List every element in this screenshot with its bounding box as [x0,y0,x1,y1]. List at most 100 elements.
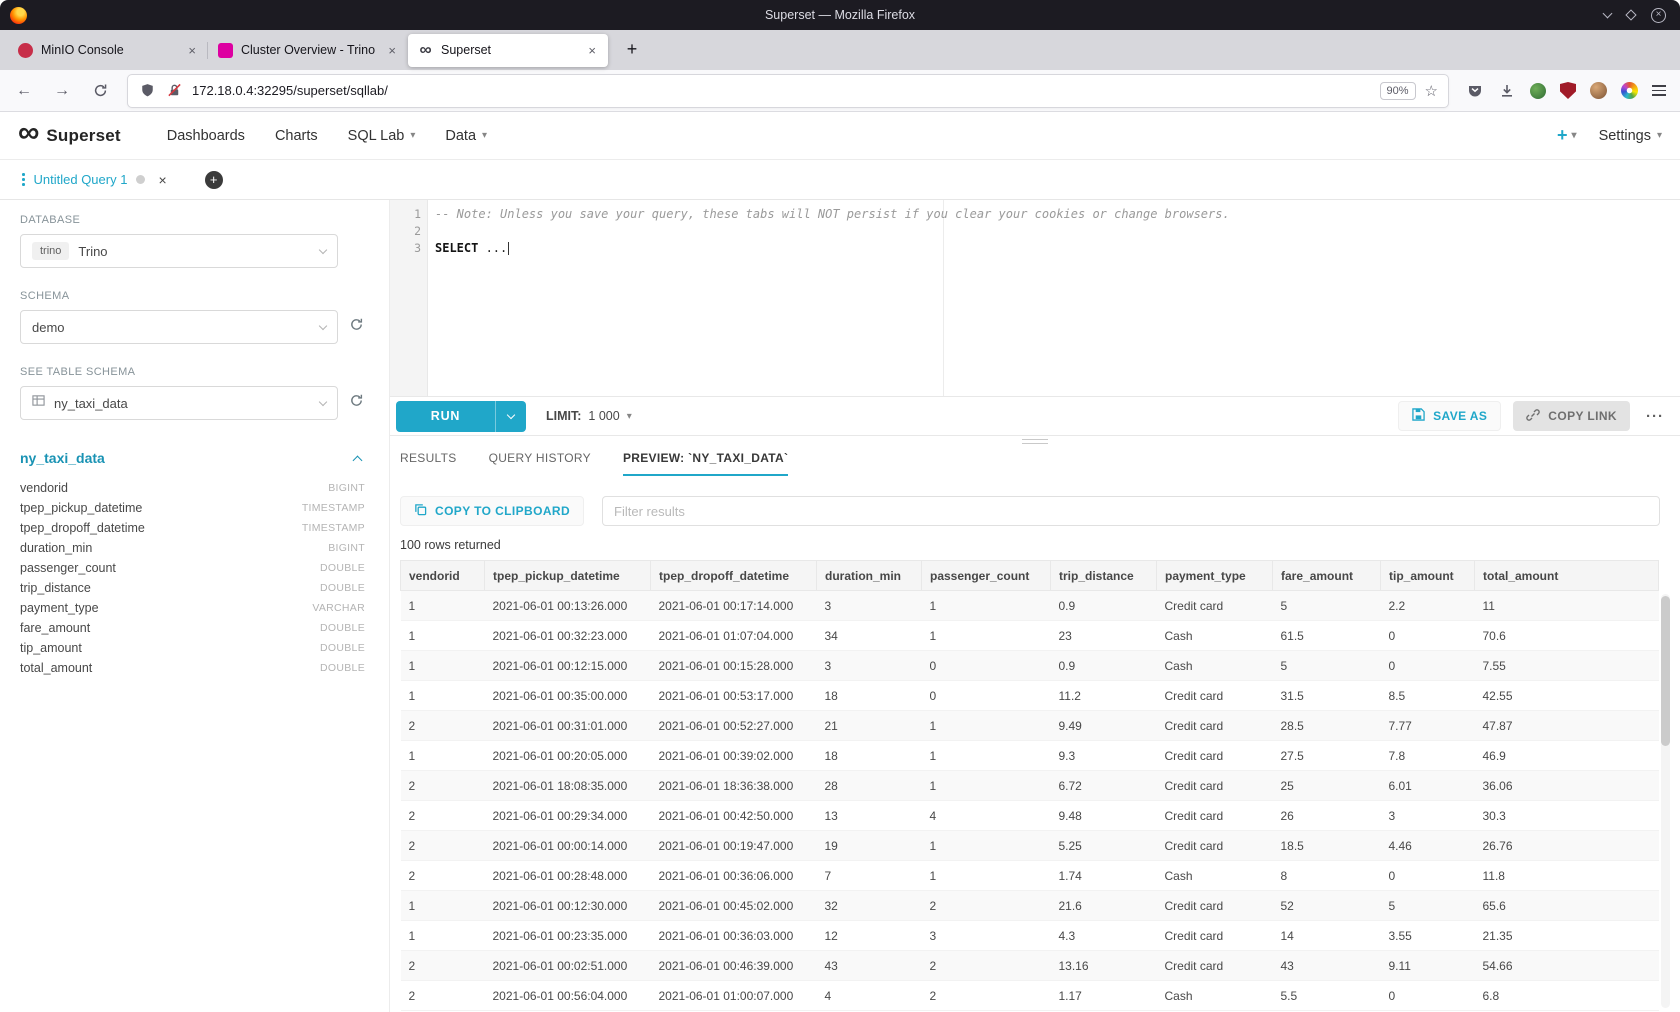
ublock-shield-icon[interactable] [1560,82,1576,99]
browser-tab-superset[interactable]: ∞ Superset × [408,34,608,67]
column-header[interactable]: vendorid [401,561,485,591]
query-tab-close-icon[interactable]: × [158,172,166,188]
sql-editor[interactable]: 1-- Note: Unless you save your query, th… [390,200,1680,396]
copy-to-clipboard-button[interactable]: COPY TO CLIPBOARD [400,496,584,526]
url-text[interactable]: 172.18.0.4:32295/superset/sqllab/ [192,83,1371,98]
url-bar[interactable]: 172.18.0.4:32295/superset/sqllab/ 90% ☆ [128,75,1448,107]
brand-name[interactable]: Superset [46,126,120,146]
window-close-icon[interactable]: × [1651,8,1666,23]
column-item[interactable]: fare_amountDOUBLE [20,618,369,638]
tab-preview-ny-taxi-data[interactable]: PREVIEW: `NY_TAXI_DATA` [623,451,788,476]
column-item[interactable]: duration_minBIGINT [20,538,369,558]
settings-menu[interactable]: Settings▾ [1599,128,1662,144]
window-minimize-icon[interactable] [1603,8,1613,18]
run-button[interactable]: RUN [396,401,495,432]
column-item[interactable]: tpep_pickup_datetimeTIMESTAMP [20,498,369,518]
column-header[interactable]: duration_min [817,561,922,591]
column-item[interactable]: total_amountDOUBLE [20,658,369,678]
nav-charts[interactable]: Charts [275,128,318,144]
column-header[interactable]: tip_amount [1381,561,1475,591]
column-item[interactable]: vendoridBIGINT [20,478,369,498]
table-row[interactable]: 12021-06-01 00:13:26.0002021-06-01 00:17… [401,591,1659,621]
column-item[interactable]: payment_typeVARCHAR [20,598,369,618]
add-new-button[interactable]: +▾ [1557,125,1577,146]
back-button[interactable]: ← [10,77,38,105]
copy-link-button[interactable]: COPY LINK [1513,401,1630,431]
more-actions-button[interactable]: ··· [1646,408,1664,425]
code-line[interactable]: SELECT ... [428,240,509,257]
new-tab-button[interactable]: + [618,36,646,64]
column-header[interactable]: tpep_pickup_datetime [485,561,651,591]
table-row[interactable]: 12021-06-01 00:12:30.0002021-06-01 00:45… [401,891,1659,921]
column-header[interactable]: trip_distance [1051,561,1157,591]
nav-dashboards[interactable]: Dashboards [167,128,245,144]
column-header[interactable]: tpep_dropoff_datetime [651,561,817,591]
browser-tab-trino[interactable]: Cluster Overview - Trino × [208,34,408,67]
column-header[interactable]: payment_type [1157,561,1273,591]
table-row[interactable]: 22021-06-01 18:08:35.0002021-06-01 18:36… [401,771,1659,801]
tab-close-icon[interactable]: × [186,43,198,58]
schema-select[interactable]: demo [20,310,338,344]
table-row[interactable]: 12021-06-01 00:12:15.0002021-06-01 00:15… [401,651,1659,681]
bookmark-star-icon[interactable]: ☆ [1425,82,1438,100]
table-row[interactable]: 12021-06-01 00:20:05.0002021-06-01 00:39… [401,741,1659,771]
table-refresh-icon[interactable] [349,393,364,413]
run-options-button[interactable] [495,401,526,432]
reload-button[interactable] [86,77,114,105]
extension-icon-green[interactable] [1530,83,1546,99]
menu-icon[interactable] [1652,85,1666,96]
run-button-group[interactable]: RUN [396,401,526,432]
table-schema-header[interactable]: ny_taxi_data [20,450,369,466]
results-scrollbar[interactable] [1661,594,1670,1008]
column-item[interactable]: trip_distanceDOUBLE [20,578,369,598]
extension-icon-pinwheel[interactable] [1621,82,1638,99]
tab-menu-icon[interactable] [22,173,25,186]
tab-close-icon[interactable]: × [386,43,398,58]
chevron-up-icon[interactable] [353,455,363,465]
database-select[interactable]: trino Trino [20,234,338,268]
column-header[interactable]: total_amount [1475,561,1659,591]
table-row[interactable]: 22021-06-01 00:02:51.0002021-06-01 00:46… [401,951,1659,981]
scrollbar-thumb[interactable] [1661,596,1670,746]
table-row[interactable]: 22021-06-01 00:31:01.0002021-06-01 00:52… [401,711,1659,741]
superset-logo-icon[interactable]: ∞ [18,118,39,148]
column-header[interactable]: fare_amount [1273,561,1381,591]
column-item[interactable]: tip_amountDOUBLE [20,638,369,658]
save-as-button[interactable]: SAVE AS [1398,401,1501,431]
code-line[interactable]: -- Note: Unless you save your query, the… [428,206,1230,223]
filter-results-input[interactable] [602,496,1660,526]
insecure-lock-icon[interactable] [165,82,183,100]
forward-button[interactable]: → [48,77,76,105]
table-row[interactable]: 22021-06-01 00:00:14.0002021-06-01 00:19… [401,831,1659,861]
query-tab-label[interactable]: Untitled Query 1 [34,172,128,187]
table-row[interactable]: 12021-06-01 00:23:35.0002021-06-01 00:36… [401,921,1659,951]
table-row[interactable]: 22021-06-01 00:29:34.0002021-06-01 00:42… [401,801,1659,831]
table-schema-select[interactable]: ny_taxi_data [20,386,338,420]
table-row[interactable]: 22021-06-01 00:28:48.0002021-06-01 00:36… [401,861,1659,891]
query-tab-untitled[interactable]: Untitled Query 1 × [10,160,179,199]
nav-data[interactable]: Data▾ [445,128,487,144]
column-item[interactable]: passenger_countDOUBLE [20,558,369,578]
window-maximize-icon[interactable] [1625,9,1636,20]
add-query-tab-button[interactable]: + [205,171,223,189]
limit-dropdown[interactable]: LIMIT: 1 000 ▾ [546,409,632,423]
tab-close-icon[interactable]: × [586,43,598,58]
pocket-icon[interactable] [1466,82,1484,100]
tracking-shield-icon[interactable] [138,82,156,100]
column-item[interactable]: tpep_dropoff_datetimeTIMESTAMP [20,518,369,538]
code-line[interactable] [428,223,435,240]
table-row[interactable]: 12021-06-01 00:35:00.0002021-06-01 00:53… [401,681,1659,711]
schema-refresh-icon[interactable] [349,317,364,337]
tab-results[interactable]: RESULTS [400,451,457,476]
pane-drag-handle[interactable] [1022,439,1048,444]
zoom-level-badge[interactable]: 90% [1380,82,1416,100]
downloads-icon[interactable] [1498,82,1516,100]
column-header[interactable]: passenger_count [922,561,1051,591]
table-row[interactable]: 12021-06-01 00:32:23.0002021-06-01 01:07… [401,621,1659,651]
extension-icon-avatar[interactable] [1590,82,1607,99]
browser-tab-minio[interactable]: MinIO Console × [8,34,208,67]
tab-query-history[interactable]: QUERY HISTORY [489,451,591,476]
table-row[interactable]: 22021-06-01 00:56:04.0002021-06-01 01:00… [401,981,1659,1011]
nav-sql-lab[interactable]: SQL Lab▾ [348,128,416,144]
table-name[interactable]: ny_taxi_data [20,450,105,466]
